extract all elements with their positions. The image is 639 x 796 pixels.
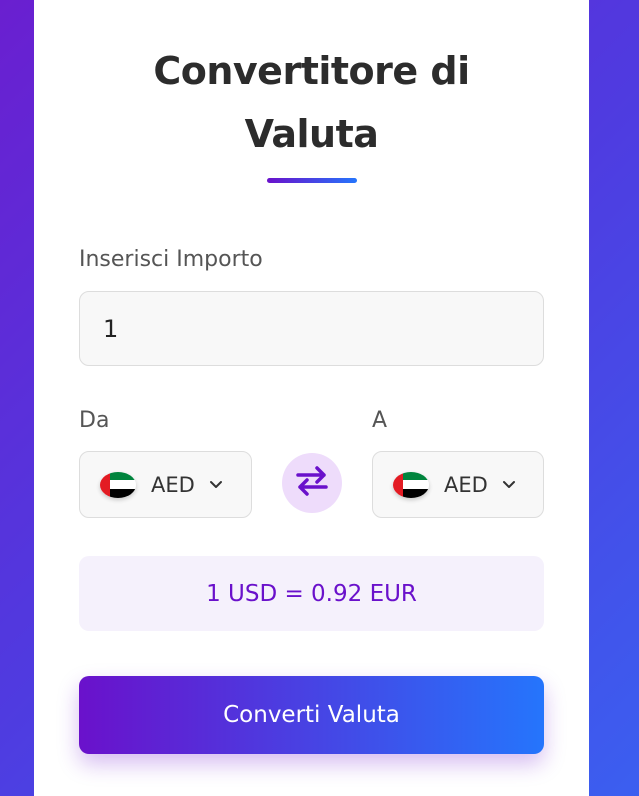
chevron-down-icon [209, 478, 223, 492]
title-underline [267, 178, 357, 183]
uae-flag-icon [393, 471, 429, 498]
from-currency-code: AED [151, 472, 195, 497]
exchange-rate-text: 1 USD = 0.92 EUR [206, 580, 417, 607]
exchange-rate-display: 1 USD = 0.92 EUR [79, 556, 544, 631]
to-label: A [372, 408, 388, 433]
uae-flag-icon [100, 471, 136, 498]
from-currency-select[interactable]: AED [79, 451, 252, 518]
convert-button-label: Converti Valuta [223, 702, 400, 728]
convert-button[interactable]: Converti Valuta [79, 676, 544, 754]
amount-input[interactable] [79, 291, 544, 366]
page-title: Convertitore di Valuta [153, 49, 470, 156]
swap-currencies-button[interactable] [282, 453, 342, 513]
chevron-down-icon [502, 478, 516, 492]
from-label: Da [79, 408, 110, 433]
swap-arrows-icon [295, 465, 329, 501]
converter-card: Convertitore di Valuta Inserisci Importo… [34, 0, 589, 796]
amount-label: Inserisci Importo [79, 247, 263, 272]
to-currency-select[interactable]: AED [372, 451, 544, 518]
to-currency-code: AED [444, 472, 488, 497]
